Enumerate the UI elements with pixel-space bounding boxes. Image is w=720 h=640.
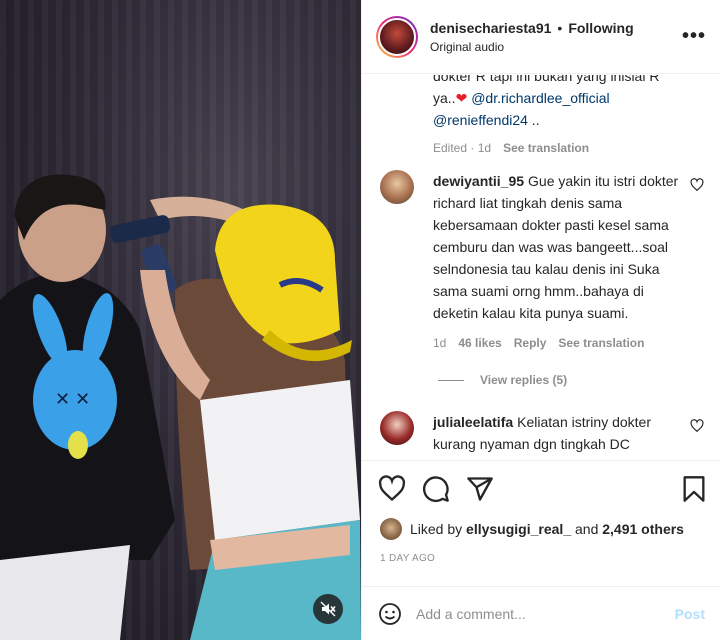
comment-text: Gue yakin itu istri dokter richard liat … xyxy=(433,173,679,321)
speaker-muted-icon xyxy=(320,601,336,617)
replies-line xyxy=(438,379,464,381)
action-bar xyxy=(362,460,720,516)
add-comment-bar: Post xyxy=(362,586,720,640)
svg-text:✕ ✕: ✕ ✕ xyxy=(55,389,90,409)
following-button[interactable]: Following xyxy=(568,20,633,36)
liker-username[interactable]: ellysugigi_real_ xyxy=(466,521,571,537)
comment-likes-count[interactable]: 46 likes xyxy=(458,332,501,354)
view-replies-label: View replies (5) xyxy=(480,373,568,387)
likes-summary[interactable]: Liked by ellysugigi_real_ and 2,491 othe… xyxy=(380,518,684,540)
mention-link[interactable]: @dr.richardlee_official xyxy=(471,90,609,106)
heart-emoji: ❤ xyxy=(455,90,468,106)
post-date: 1 DAY AGO xyxy=(380,553,436,564)
comment-input[interactable] xyxy=(416,605,675,622)
mention-link[interactable]: @renieffendi24 xyxy=(433,112,528,128)
comment-item: dewiyantii_95 Gue yakin itu istri dokter … xyxy=(380,170,710,354)
separator-dot: • xyxy=(557,19,563,36)
mute-button[interactable] xyxy=(313,594,343,624)
see-translation-link[interactable]: See translation xyxy=(558,332,644,354)
caption-line-start: ya.. xyxy=(433,90,456,106)
author-username[interactable]: denisechariesta91 xyxy=(430,20,551,36)
see-translation-link[interactable]: See translation xyxy=(503,137,589,159)
comments-list[interactable]: dokter R tapi ini bukan yang inisial R y… xyxy=(362,75,720,459)
post-header: denisechariesta91 • Following Original a… xyxy=(362,0,720,74)
commenter-username[interactable]: julialeelatifa xyxy=(433,414,513,430)
caption-text: dokter R tapi ini bukan yang inisial R y… xyxy=(433,75,683,159)
comment-icon[interactable] xyxy=(422,475,450,503)
caption-tail-text: .. xyxy=(527,112,540,128)
like-comment-heart-icon[interactable] xyxy=(690,178,704,192)
video-scene: ✕ ✕ xyxy=(0,174,361,640)
reply-button[interactable]: Reply xyxy=(514,332,547,354)
caption-line-top: dokter R tapi ini bukan yang inisial R xyxy=(433,75,660,84)
comment-age: 1d xyxy=(433,336,447,350)
more-options-icon[interactable]: ••• xyxy=(682,25,706,48)
commenter-avatar[interactable] xyxy=(380,170,414,204)
liker-avatar xyxy=(380,518,402,540)
post-media[interactable]: ✕ ✕ xyxy=(0,0,361,640)
likes-count[interactable]: 2,491 others xyxy=(602,521,684,537)
commenter-username[interactable]: dewiyantii_95 xyxy=(433,173,524,189)
post-button[interactable]: Post xyxy=(675,606,705,622)
commenter-avatar[interactable] xyxy=(380,411,414,445)
share-icon[interactable] xyxy=(466,475,494,503)
bookmark-icon[interactable] xyxy=(680,475,708,503)
emoji-icon[interactable] xyxy=(378,602,402,626)
comment-item: julialeelatifa Keliatan istriny dokter ku… xyxy=(380,411,710,455)
liked-by-and: and xyxy=(575,521,599,537)
view-replies-button[interactable]: View replies (5) xyxy=(438,373,567,387)
edited-label: Edited · 1d xyxy=(433,141,492,155)
like-comment-heart-icon[interactable] xyxy=(690,419,704,433)
heart-icon[interactable] xyxy=(378,475,406,503)
post-side-panel: denisechariesta91 • Following Original a… xyxy=(361,0,720,640)
liked-by-prefix: Liked by xyxy=(410,521,463,537)
author-avatar[interactable] xyxy=(376,15,418,58)
audio-label[interactable]: Original audio xyxy=(430,40,682,54)
